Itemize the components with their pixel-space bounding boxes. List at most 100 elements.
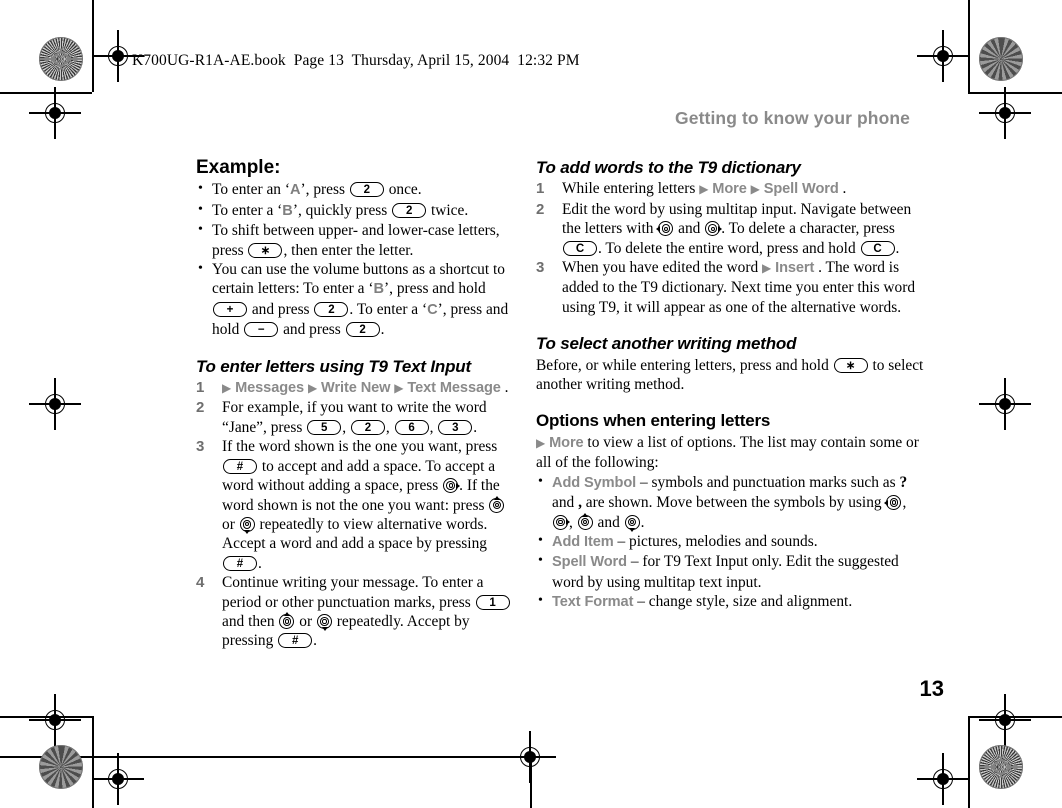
phone-key-x: # [223,458,257,474]
display-letter: C [427,301,438,318]
step-number: 1 [196,379,205,397]
menu-item-label: Spell Word [552,554,627,571]
menu-item-label: More [549,434,584,451]
phone-key-2: 2 [345,322,380,338]
phone-key-x: − [244,322,279,338]
phone-key-x: # [278,633,313,649]
step-number: 2 [196,399,205,417]
joystick-arrow-tip [321,626,328,631]
phone-key-c: C [563,240,597,256]
menu-item-label: Write New [321,380,391,397]
menu-arrow-icon: ▶ [536,435,546,450]
phone-key-1: 1 [475,594,510,610]
numbered-step: 1 While entering letters ▶ More ▶ Spell W… [536,180,847,198]
select-method-heading: To select another writing method [536,334,797,354]
menu-item-label: More [712,181,747,198]
list-item: To enter a ‘B’, quickly press 2 twice. [196,200,518,221]
menu-arrow-icon: ▶ [762,261,772,276]
joystick-center [891,500,897,505]
step-number: 3 [536,259,545,277]
phone-key-x: + [213,301,247,317]
phone-key-x: # [223,555,257,571]
joystick-center [558,519,563,525]
joystick-arrow-tip [884,499,889,506]
menu-item-label: Messages [235,380,305,397]
joystick-center [710,226,715,231]
numbered-step: 4 Continue writing your message. To enter… [196,573,518,651]
joystick-down-icon [624,514,640,532]
step-number: 3 [196,438,205,456]
joystick-left-icon [884,495,902,511]
t9-input-heading: To enter letters using T9 Text Input [196,356,471,376]
phone-key-2: 2 [392,202,427,218]
joystick-arrow-tip [582,512,589,517]
options-heading: Options when entering letters [536,411,771,431]
add-words-heading: To add words to the T9 dictionary [536,158,801,177]
numbered-step: 3 When you have edited the word ▶ Insert … [536,259,916,316]
joystick-arrow-tip [629,527,636,532]
joystick-center [448,483,453,488]
phone-key-x: ∗ [248,242,283,258]
joystick-down-icon [239,516,255,534]
numbered-step: 2 For example, if you want to write the w… [196,399,487,436]
joystick-center [322,619,327,624]
t9-input-step-list: 1 ▶ Messages ▶ Write New ▶ Text Message .… [196,378,518,651]
list-item: Spell Word – for T9 Text Input only. Edi… [536,551,924,592]
phone-key-5: 5 [307,419,342,435]
numbered-step: 3 If the word shown is the one you want, … [196,437,518,573]
phone-key-6: 6 [394,419,429,435]
joystick-down-icon [316,613,332,631]
menu-item-label: Add Item [552,533,614,550]
joystick-right-icon [443,478,461,494]
display-letter: B [373,281,384,298]
menu-arrow-icon: ▶ [394,381,404,396]
manual-page: Getting to know your phone Example: To e… [0,0,1062,808]
select-method-paragraph: Before, or while entering letters, press… [536,356,924,394]
joystick-arrow-tip [284,611,291,616]
punctuation-symbol: ? [899,473,908,491]
list-item: Add Item – pictures, melodies and sounds… [536,531,924,552]
right-column: To add words to the T9 dictionary 1 While… [536,158,924,613]
display-letter: A [289,182,301,199]
example-bullet-list: To enter an ‘A’, press 2 once.To enter a… [196,179,518,340]
joystick-center [494,502,499,508]
joystick-right-icon [553,514,570,530]
joystick-arrow-tip [566,519,570,526]
step-number: 1 [536,180,545,198]
example-heading: Example: [196,157,281,178]
options-bullet-list: Add Symbol – symbols and punctuation mar… [536,472,924,613]
menu-item-label: Text Message [407,380,501,397]
phone-key-2: 2 [314,301,349,317]
joystick-up-icon [279,611,295,629]
left-column: Example: To enter an ‘A’, press 2 once.T… [196,158,518,651]
menu-arrow-icon: ▶ [307,381,318,396]
joystick-arrow-tip [493,495,500,500]
numbered-step: 1 ▶ Messages ▶ Write New ▶ Text Message . [196,379,509,397]
joystick-right-icon [705,221,723,237]
page-number: 13 [919,676,944,701]
step-number: 4 [196,574,205,592]
chapter-header: Getting to know your phone [675,108,910,128]
joystick-arrow-tip [456,482,461,489]
list-item: To enter an ‘A’, press 2 once. [196,179,518,200]
list-item: Text Format – change style, size and ali… [536,591,924,612]
numbered-step: 2 Edit the word by using multitap input. … [536,200,912,257]
joystick-center [284,619,289,624]
list-item: Add Symbol – symbols and punctuation mar… [536,472,924,532]
phone-key-2: 2 [349,182,384,198]
menu-arrow-icon: ▶ [750,182,760,197]
punctuation-symbol: , [578,494,582,512]
list-item: To shift between upper- and lower-case l… [196,220,518,260]
menu-arrow-icon: ▶ [699,182,709,197]
joystick-arrow-tip [244,529,251,534]
menu-item-label: Insert [775,260,815,277]
list-item: You can use the volume buttons as a shor… [196,259,518,340]
phone-key-c: C [860,240,895,256]
joystick-center [663,226,668,231]
menu-arrow-icon: ▶ [222,381,232,396]
add-words-step-list: 1 While entering letters ▶ More ▶ Spell W… [536,179,924,317]
menu-item-label: Text Format [552,594,634,611]
joystick-arrow-tip [718,225,723,232]
